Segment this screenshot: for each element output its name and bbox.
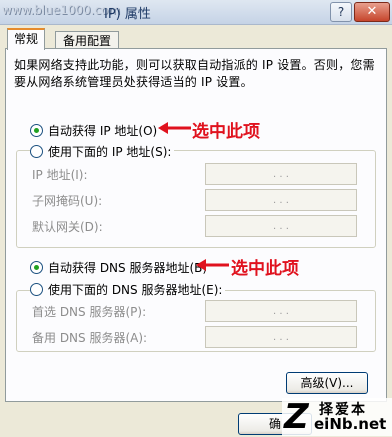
advanced-button[interactable]: 高级(V)... — [286, 372, 368, 394]
site-logo: Z 择爱本 eiNb.net — [282, 398, 392, 436]
manual-dns-radio[interactable] — [30, 283, 43, 296]
intro-text: 如果网络支持此功能，则可以获取自动指派的 IP 设置。否则，您需要从网络系统管理… — [14, 58, 375, 89]
alternate-dns-label: 备用 DNS 服务器(A): — [32, 331, 148, 345]
auto-ip-label: 自动获得 IP 地址(O) — [48, 124, 158, 138]
default-gateway-value: . . . — [273, 220, 289, 232]
ip-address-field[interactable]: . . . — [205, 163, 357, 185]
ip-address-value: . . . — [273, 168, 289, 180]
auto-ip-radio[interactable] — [30, 124, 43, 137]
title-bar: www.blue1000.com IP) 属性 ? ✕ — [0, 0, 392, 25]
subnet-mask-value: . . . — [273, 194, 289, 206]
manual-ip-option[interactable]: 使用下面的 IP 地址(S): — [30, 143, 175, 160]
arrow-left-icon — [196, 259, 229, 271]
manual-dns-option[interactable]: 使用下面的 DNS 服务器地址(E): — [30, 281, 226, 298]
subnet-mask-label: 子网掩码(U): — [32, 194, 103, 208]
watermark-text: www.blue1000.com — [2, 3, 121, 17]
alternate-dns-field[interactable]: . . . — [205, 326, 357, 348]
close-button[interactable]: ✕ — [354, 2, 390, 22]
auto-ip-option[interactable]: 自动获得 IP 地址(O) — [30, 122, 157, 139]
alternate-dns-value: . . . — [273, 331, 289, 343]
manual-ip-label: 使用下面的 IP 地址(S): — [48, 145, 172, 159]
auto-dns-label: 自动获得 DNS 服务器地址(B) — [48, 261, 208, 275]
window-title: IP) 属性 — [104, 7, 151, 22]
preferred-dns-field[interactable]: . . . — [205, 300, 357, 322]
ip-address-label: IP 地址(I): — [32, 168, 88, 182]
tab-general[interactable]: 常规 — [7, 28, 45, 50]
preferred-dns-value: . . . — [273, 305, 289, 317]
preferred-dns-label: 首选 DNS 服务器(P): — [32, 305, 147, 319]
default-gateway-label: 默认网关(D): — [32, 220, 103, 234]
auto-dns-option[interactable]: 自动获得 DNS 服务器地址(B) — [30, 259, 207, 276]
arrow-left-icon — [158, 122, 191, 134]
annotation-select-ip: 选中此项 — [192, 122, 260, 142]
subnet-mask-field[interactable]: . . . — [205, 189, 357, 211]
annotation-select-dns: 选中此项 — [231, 259, 299, 279]
help-button[interactable]: ? — [330, 2, 352, 22]
logo-letter: Z — [284, 397, 309, 437]
manual-dns-label: 使用下面的 DNS 服务器地址(E): — [48, 283, 223, 297]
manual-ip-radio[interactable] — [30, 145, 43, 158]
default-gateway-field[interactable]: . . . — [205, 215, 357, 237]
auto-dns-radio[interactable] — [30, 261, 43, 274]
logo-en-text: eiNb.net — [314, 415, 387, 433]
